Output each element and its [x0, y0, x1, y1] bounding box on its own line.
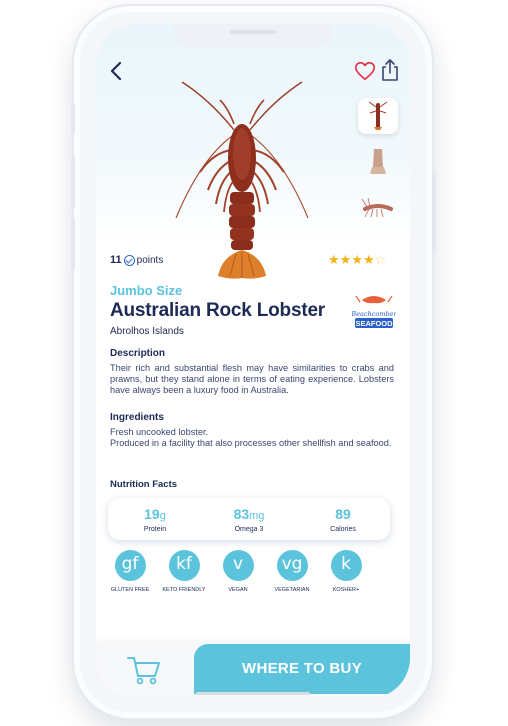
description-text: Their rich and substantial flesh may hav…: [110, 363, 394, 395]
diet-gluten-free: gf GLUTEN FREE: [104, 550, 156, 593]
back-button[interactable]: [106, 60, 128, 82]
diet-label: GLUTEN FREE: [110, 587, 150, 593]
reward-points: 11 points: [110, 254, 163, 266]
nutrition-facts-panel: 19g Protein 83mg Omega 3 89 Calories: [108, 498, 390, 540]
lobster-thumbnail-icon: [368, 101, 388, 130]
phone-power-button: [432, 170, 436, 254]
nutrition-unit: g: [159, 509, 166, 522]
home-indicator: [196, 692, 310, 695]
ingredients-heading: Ingredients: [110, 412, 164, 423]
nutrition-omega3: 83mg Omega 3: [209, 506, 289, 533]
thumbnail-lobster-tail[interactable]: [358, 144, 398, 180]
diet-badge-icon: k: [330, 550, 362, 581]
ingredients-line-1: Fresh uncooked lobster.: [110, 427, 209, 437]
diet-label: KOSHER+: [332, 587, 360, 593]
nutrition-label: Calories: [330, 525, 356, 533]
diet-keto-friendly: kf KETO FRIENDLY: [158, 550, 210, 593]
description-heading: Description: [110, 348, 166, 359]
product-title: Australian Rock Lobster: [110, 300, 326, 321]
lobster-tail-thumbnail-icon: [370, 149, 386, 174]
add-to-cart-button[interactable]: [126, 654, 162, 686]
cart-icon: [127, 657, 160, 685]
nutrition-label: Protein: [143, 525, 167, 533]
app-screen: 11 points ★★★★☆ Jumbo Size Australian Ro…: [96, 24, 410, 698]
favorite-button[interactable]: [354, 60, 376, 82]
nutrition-value: 19: [144, 505, 160, 522]
diet-badge-icon: vg: [276, 550, 308, 581]
nutrition-heading: Nutrition Facts: [110, 479, 178, 490]
star-icon: ★: [339, 252, 352, 267]
nutrition-calories: 89 Calories: [303, 506, 383, 533]
star-icon: ★: [328, 252, 340, 267]
thumbnail-whole-lobster[interactable]: [358, 98, 398, 134]
brand-logo: Beachcomber SEAFOOD: [352, 295, 396, 328]
svg-text:Beachcomber: Beachcomber: [352, 310, 396, 318]
bottom-action-bar: WHERE TO BUY: [96, 644, 410, 698]
dietary-badges: gf GLUTEN FREE kf KETO FRIENDLY v VEGAN …: [104, 550, 404, 593]
nutrition-label: Omega 3: [234, 525, 264, 533]
diet-badge-icon: kf: [168, 550, 200, 581]
star-empty-icon: ☆: [374, 252, 387, 267]
diet-vegan: v VEGAN: [212, 550, 264, 593]
share-button[interactable]: [380, 58, 400, 82]
star-rating: ★★★★☆: [328, 252, 386, 268]
star-icon: ★: [362, 252, 375, 267]
diet-vegetarian: vg VEGETARIAN: [266, 550, 318, 593]
phone-volume-up: [71, 156, 75, 208]
phone-notch: [174, 24, 332, 48]
back-chevron-icon: [110, 61, 122, 81]
ingredients-text: Fresh uncooked lobster. Produced in a fa…: [110, 427, 394, 449]
product-origin: Abrolhos Islands: [110, 326, 184, 337]
diet-badge-icon: v: [222, 550, 254, 581]
image-thumbnails: [358, 98, 400, 236]
phone-side-button: [71, 104, 75, 134]
star-icon: ★: [351, 252, 363, 267]
nutrition-value: 89: [335, 505, 351, 522]
ingredients-line-2: Produced in a facility that also process…: [110, 438, 392, 448]
nutrition-value: 83: [233, 505, 250, 522]
diet-badge-icon: gf: [114, 550, 146, 581]
points-value: 11: [110, 254, 122, 266]
points-label: points: [136, 254, 164, 266]
lobster-product-image: [175, 81, 309, 279]
diet-label: VEGAN: [228, 587, 248, 593]
where-to-buy-button[interactable]: WHERE TO BUY: [194, 644, 410, 694]
share-icon: [382, 59, 398, 81]
diet-label: KETO FRIENDLY: [162, 587, 206, 593]
nutrition-unit: mg: [249, 509, 265, 522]
nutrition-protein: 19g Protein: [115, 506, 195, 533]
check-badge-icon: [123, 254, 135, 266]
heart-icon: [355, 61, 375, 81]
phone-volume-down: [71, 218, 75, 270]
product-details-card: 11 points ★★★★☆ Jumbo Size Australian Ro…: [96, 244, 410, 664]
diet-label: VEGETARIAN: [274, 587, 310, 593]
svg-text:SEAFOOD: SEAFOOD: [355, 319, 393, 328]
diet-kosher: k KOSHER+: [320, 550, 372, 593]
lobster-side-thumbnail-icon: [361, 197, 393, 218]
thumbnail-lobster-side[interactable]: [358, 190, 398, 226]
product-size: Jumbo Size: [110, 283, 183, 298]
